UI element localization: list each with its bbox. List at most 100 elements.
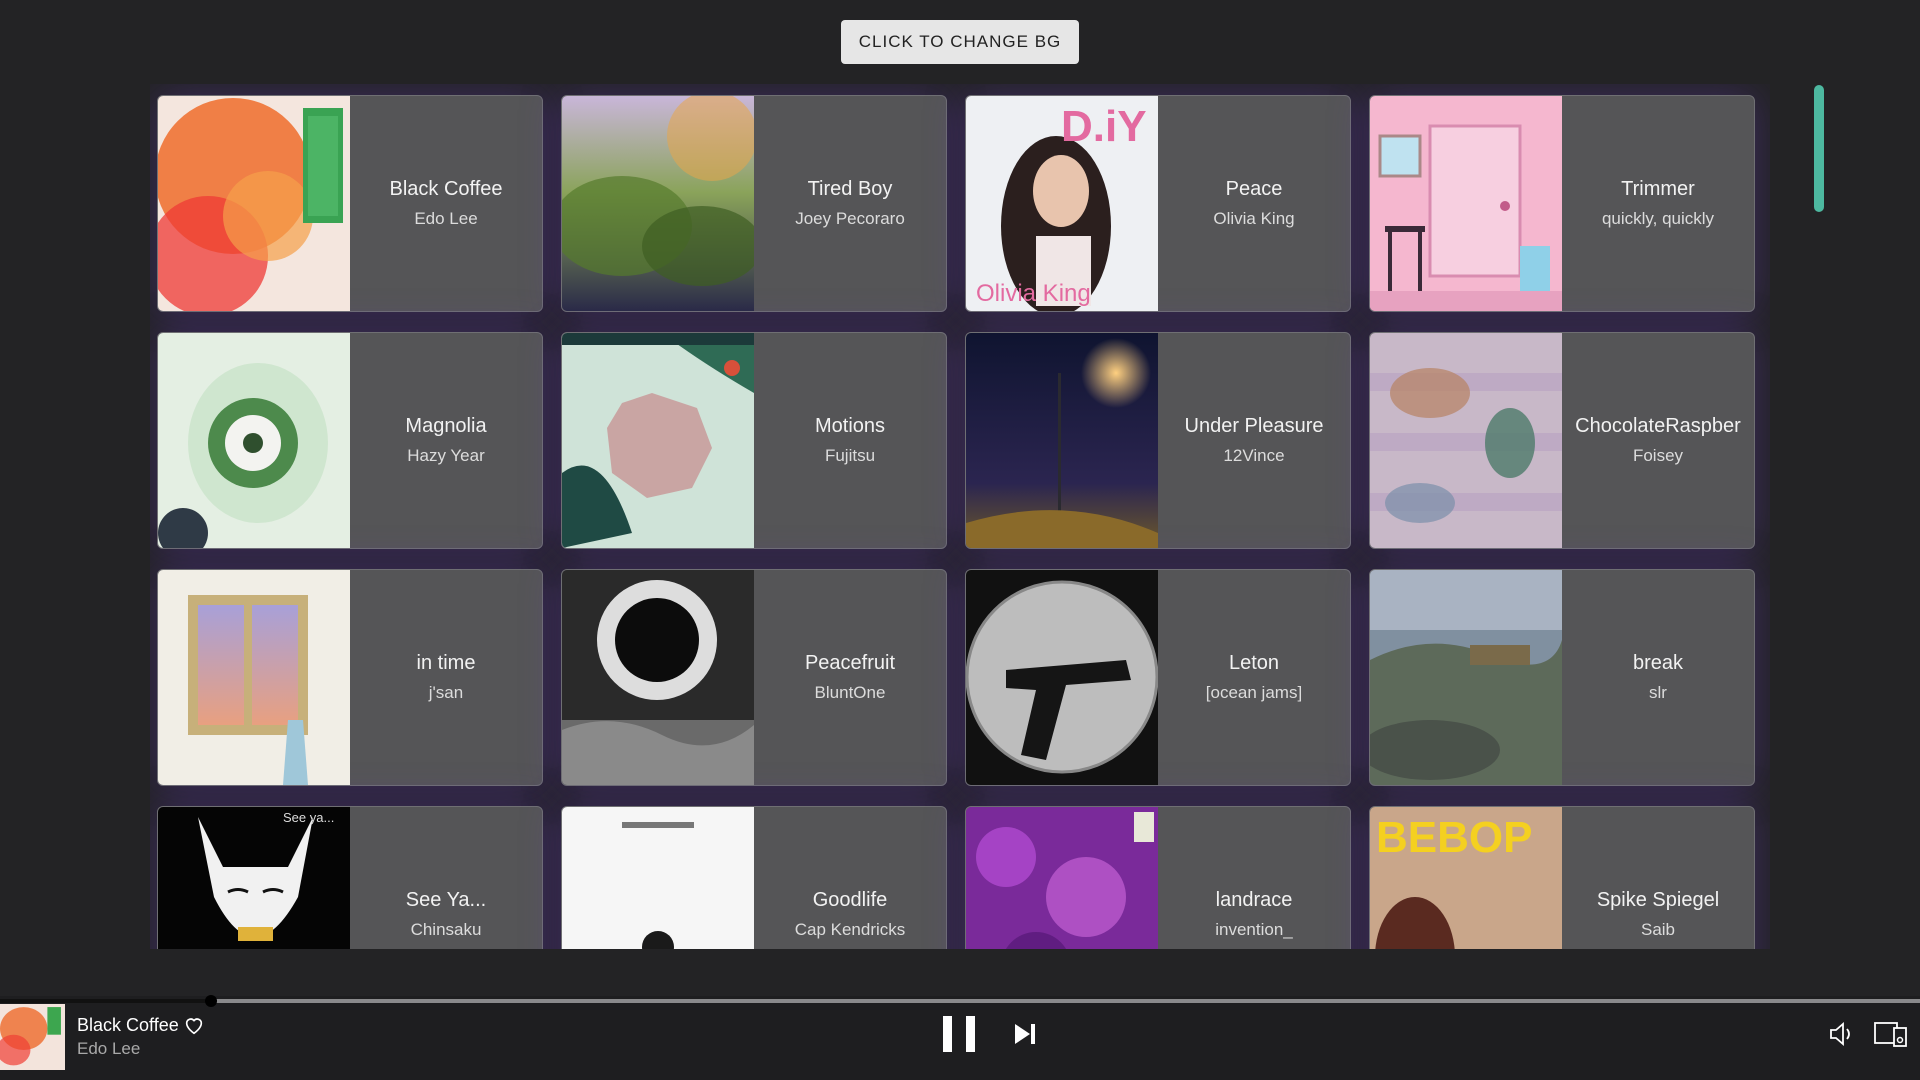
album-card[interactable]: Black Coffee Edo Lee [157, 95, 543, 312]
album-card[interactable]: in time j'san [157, 569, 543, 786]
volume-icon[interactable] [1828, 1020, 1856, 1048]
progress-bar[interactable] [0, 995, 1920, 1007]
album-art [158, 96, 350, 311]
now-playing-art [0, 1004, 65, 1070]
album-title: in time [416, 652, 476, 674]
album-info: landrace invention_ [1158, 807, 1350, 949]
album-info: Under Pleasure 12Vince [1158, 333, 1350, 548]
progress-fill [0, 999, 212, 1003]
album-card[interactable]: Goodlife Cap Kendricks [561, 806, 947, 949]
album-artist: [ocean jams] [1205, 683, 1303, 702]
album-info: Tired Boy Joey Pecoraro [754, 96, 946, 311]
album-artist: quickly, quickly [1601, 209, 1715, 228]
album-art [1370, 570, 1562, 785]
album-art [966, 807, 1158, 949]
album-info: Peace Olivia King [1158, 96, 1350, 311]
album-art [562, 807, 754, 949]
album-info: Motions Fujitsu [754, 333, 946, 548]
album-art [966, 570, 1158, 785]
album-artist: 12Vince [1223, 446, 1285, 465]
album-title: Leton [1228, 652, 1280, 674]
album-art-text: See ya... [283, 810, 334, 825]
progress-handle[interactable] [205, 995, 218, 1007]
album-artist: Olivia King [1213, 209, 1295, 228]
pause-icon[interactable] [942, 1015, 976, 1053]
album-artist: BluntOne [814, 683, 886, 702]
album-title: Trimmer [1621, 178, 1695, 200]
album-card[interactable]: Motions Fujitsu [561, 332, 947, 549]
album-title: Motions [814, 415, 886, 437]
album-card[interactable]: Tired Boy Joey Pecoraro [561, 95, 947, 312]
album-title: Peacefruit [804, 652, 896, 674]
album-art [562, 570, 754, 785]
album-grid: Black Coffee Edo Lee Tired Boy Joey Pecorar… [150, 84, 1760, 949]
album-artist: j'san [428, 683, 464, 702]
album-info: Black Coffee Edo Lee [350, 96, 542, 311]
album-artist: Chinsaku [410, 920, 482, 939]
album-title: Spike Spiegel [1596, 889, 1720, 911]
album-art [158, 333, 350, 548]
album-art [562, 333, 754, 548]
now-playing-title[interactable]: Black Coffee [77, 1015, 179, 1036]
album-artist: Cap Kendricks [794, 920, 906, 939]
heart-icon[interactable] [183, 1014, 205, 1036]
album-artist: invention_ [1215, 920, 1293, 939]
album-artist: Fujitsu [824, 446, 876, 465]
album-title: Tired Boy [807, 178, 893, 200]
album-card[interactable]: break slr [1369, 569, 1755, 786]
album-title: Peace [1225, 178, 1283, 200]
album-card[interactable]: Leton [ocean jams] [965, 569, 1351, 786]
album-info: Leton [ocean jams] [1158, 570, 1350, 785]
album-artist: Edo Lee [414, 209, 478, 228]
album-artist: Saib [1640, 920, 1676, 939]
album-art [966, 333, 1158, 548]
now-playing-artist[interactable]: Edo Lee [77, 1039, 140, 1059]
skip-next-icon[interactable] [1013, 1021, 1037, 1047]
album-title: Magnolia [405, 415, 487, 437]
album-info: break slr [1562, 570, 1754, 785]
album-info: Goodlife Cap Kendricks [754, 807, 946, 949]
device-icon[interactable] [1874, 1020, 1908, 1048]
album-card[interactable]: Peacefruit BluntOne [561, 569, 947, 786]
album-card[interactable]: See ya... See Ya... Chinsaku [157, 806, 543, 949]
album-art [1370, 333, 1562, 548]
album-art-text: Olivia King [976, 280, 1091, 307]
album-title: ChocolateRaspber [1575, 415, 1741, 437]
album-artist: Foisey [1632, 446, 1684, 465]
scrollbar-thumb[interactable] [1814, 85, 1824, 212]
album-artist: Joey Pecoraro [795, 209, 905, 228]
album-card[interactable]: Under Pleasure 12Vince [965, 332, 1351, 549]
album-title: break [1632, 652, 1684, 674]
album-info: in time j'san [350, 570, 542, 785]
album-card[interactable]: BEBOP Spike Spiegel Saib [1369, 806, 1755, 949]
album-art [1370, 96, 1562, 311]
change-bg-button[interactable]: CLICK TO CHANGE BG [841, 20, 1079, 64]
album-card[interactable]: ChocolateRaspber Foisey [1369, 332, 1755, 549]
album-info: ChocolateRaspber Foisey [1562, 333, 1754, 548]
album-art: See ya... [158, 807, 350, 949]
album-title: landrace [1215, 889, 1293, 911]
album-card[interactable]: landrace invention_ [965, 806, 1351, 949]
player-bar: Black Coffee Edo Lee [0, 995, 1920, 1080]
album-artist: Hazy Year [407, 446, 485, 465]
album-card[interactable]: Magnolia Hazy Year [157, 332, 543, 549]
album-card[interactable]: D.iY Olivia King Peace Olivia King [965, 95, 1351, 312]
album-art-text: D.iY [1061, 102, 1147, 151]
album-art-text: BEBOP [1376, 813, 1532, 862]
album-art: D.iY Olivia King [966, 96, 1158, 311]
album-grid-viewport[interactable]: Black Coffee Edo Lee Tired Boy Joey Pecorar… [150, 84, 1770, 949]
album-art [562, 96, 754, 311]
album-art [158, 570, 350, 785]
album-title: Black Coffee [389, 178, 503, 200]
album-artist: slr [1649, 683, 1667, 702]
album-info: Trimmer quickly, quickly [1562, 96, 1754, 311]
album-info: Peacefruit BluntOne [754, 570, 946, 785]
album-title: Goodlife [812, 889, 888, 911]
album-info: Spike Spiegel Saib [1562, 807, 1754, 949]
album-info: See Ya... Chinsaku [350, 807, 542, 949]
album-info: Magnolia Hazy Year [350, 333, 542, 548]
album-art: BEBOP [1370, 807, 1562, 949]
album-title: Under Pleasure [1184, 415, 1324, 437]
album-card[interactable]: Trimmer quickly, quickly [1369, 95, 1755, 312]
album-title: See Ya... [405, 889, 487, 911]
